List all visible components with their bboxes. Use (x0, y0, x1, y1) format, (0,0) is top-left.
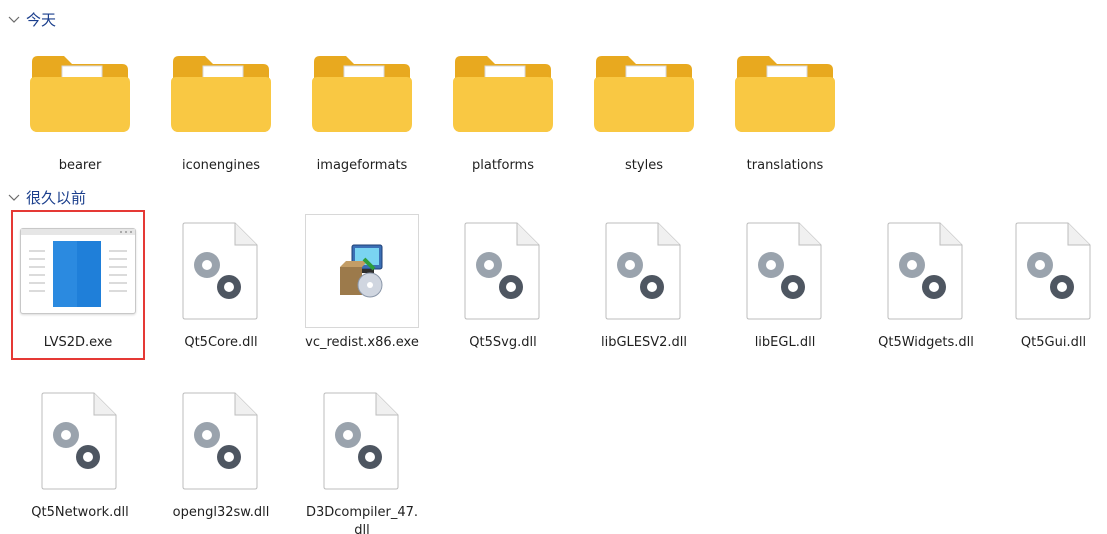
folder-icon (579, 35, 709, 153)
chevron-down-icon (8, 16, 20, 23)
folder-tile-translations[interactable]: translations (720, 35, 850, 175)
folder-icon (297, 35, 427, 153)
dll-gear-file-icon (297, 382, 427, 500)
file-name: Qt5Network.dll (31, 505, 129, 520)
file-name: imageformats (316, 158, 408, 173)
file-tile-qt5gui-dll[interactable]: Qt5Gui.dll (1000, 212, 1107, 352)
group-label-today: 今天 (26, 10, 57, 29)
folder-tile-bearer[interactable]: bearer (15, 35, 145, 175)
file-name: platforms (471, 158, 534, 173)
folder-tile-iconengines[interactable]: iconengines (156, 35, 286, 175)
group-header-today[interactable]: 今天 (6, 8, 56, 30)
folder-icon (438, 35, 568, 153)
file-tile-qt5widgets-dll[interactable]: Qt5Widgets.dll (861, 212, 991, 352)
file-tile-qt5svg-dll[interactable]: Qt5Svg.dll (438, 212, 568, 352)
chevron-down-icon (8, 194, 20, 201)
dll-gear-file-icon (861, 212, 991, 330)
dll-gear-file-icon (15, 382, 145, 500)
file-name: Qt5Widgets.dll (878, 335, 974, 350)
file-name: libGLESV2.dll (600, 335, 688, 350)
dll-gear-file-icon (720, 212, 850, 330)
file-name: opengl32sw.dll (172, 505, 270, 520)
folder-icon (720, 35, 850, 153)
installer-package-icon (297, 212, 427, 330)
dll-gear-file-icon (579, 212, 709, 330)
file-explorer-view: 今天 bearer iconengines imageformats platf… (0, 0, 1107, 534)
folder-icon (156, 35, 286, 153)
file-tile-libglesv2-dll[interactable]: libGLESV2.dll (579, 212, 709, 352)
file-name: vc_redist.x86.exe (305, 335, 419, 350)
file-name: Qt5Gui.dll (1020, 335, 1087, 350)
app-window-icon (13, 212, 143, 330)
file-name: Qt5Core.dll (184, 335, 258, 350)
file-tile-libegl-dll[interactable]: libEGL.dll (720, 212, 850, 352)
file-name: bearer (58, 158, 102, 173)
file-name: iconengines (181, 158, 261, 173)
file-name: translations (746, 158, 824, 173)
folder-icon (15, 35, 145, 153)
file-tile-qt5core-dll[interactable]: Qt5Core.dll (156, 212, 286, 352)
file-name: D3Dcompiler_47.dll (305, 505, 419, 534)
file-tile-d3dcompiler-dll[interactable]: D3Dcompiler_47.dll (297, 382, 427, 534)
dll-gear-file-icon (438, 212, 568, 330)
file-tile-opengl32sw-dll[interactable]: opengl32sw.dll (156, 382, 286, 522)
folder-tile-styles[interactable]: styles (579, 35, 709, 175)
file-name: LVS2D.exe (43, 335, 113, 350)
file-name: libEGL.dll (754, 335, 816, 350)
folder-tile-imageformats[interactable]: imageformats (297, 35, 427, 175)
file-tile-lvs2d-exe[interactable]: LVS2D.exe (11, 210, 145, 360)
file-tile-vc-redist-exe[interactable]: vc_redist.x86.exe (297, 212, 427, 352)
group-header-long-ago[interactable]: 很久以前 (6, 186, 86, 208)
dll-gear-file-icon (156, 382, 286, 500)
file-name: styles (625, 158, 663, 173)
folder-tile-platforms[interactable]: platforms (438, 35, 568, 175)
dll-gear-file-icon (1000, 212, 1107, 330)
dll-gear-file-icon (156, 212, 286, 330)
group-label-long-ago: 很久以前 (26, 188, 87, 207)
file-tile-qt5network-dll[interactable]: Qt5Network.dll (15, 382, 145, 522)
file-name: Qt5Svg.dll (469, 335, 537, 350)
